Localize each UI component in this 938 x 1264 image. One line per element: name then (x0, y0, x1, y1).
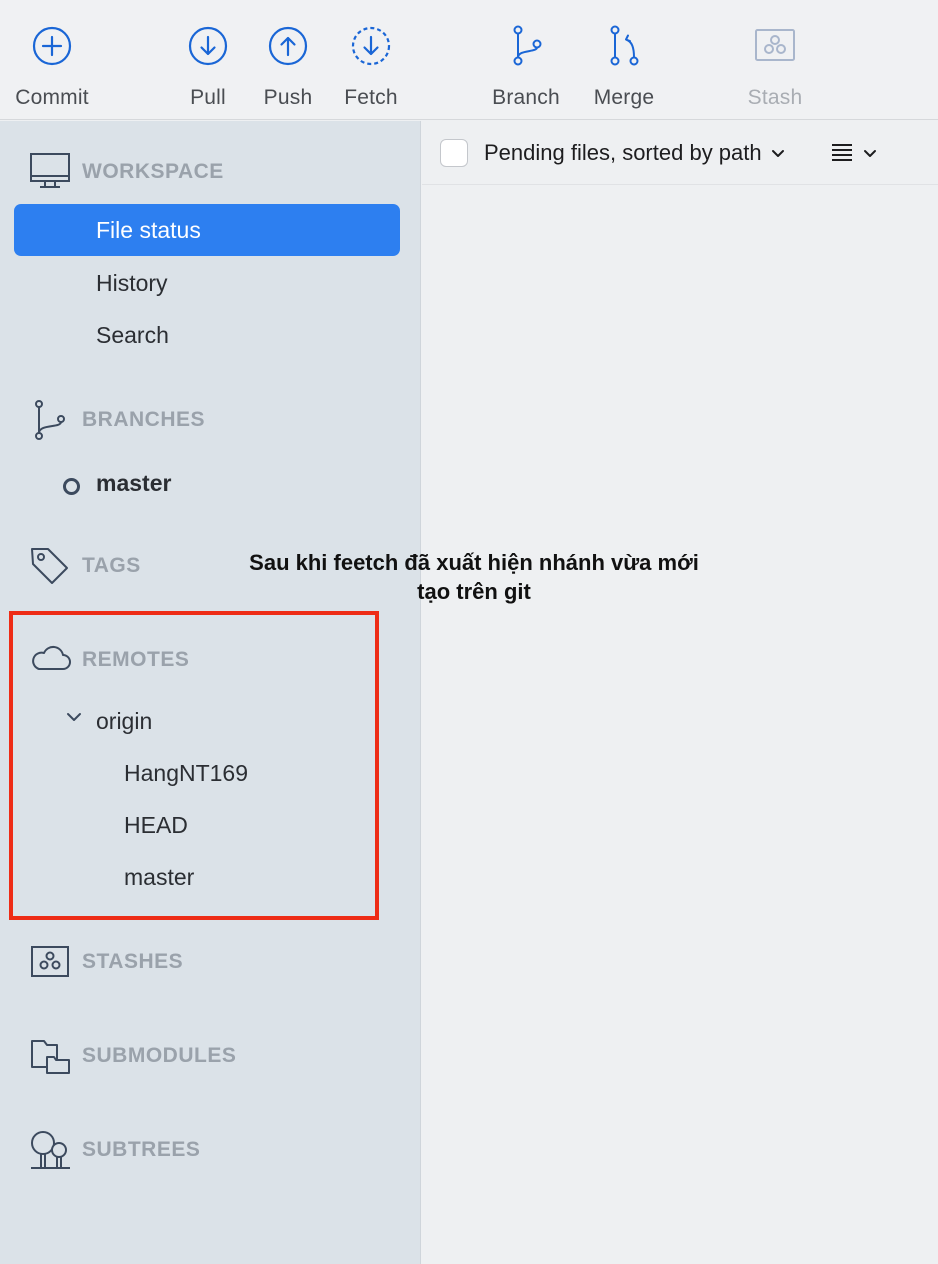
sort-dropdown-label: Pending files, sorted by path (484, 140, 762, 165)
annotation-highlight-box (9, 611, 379, 920)
chevron-down-icon (864, 150, 876, 157)
stash-icon (755, 29, 795, 61)
sidebar-item-file-status[interactable]: File status (14, 204, 400, 256)
tree-icon (28, 1128, 72, 1172)
fetch-label: Fetch (344, 86, 398, 109)
annotation-caption: Sau khi feetch đã xuất hiện nhánh vừa mớ… (200, 548, 748, 606)
sidebar-item-search[interactable]: Search (96, 322, 169, 349)
monitor-icon (28, 150, 72, 194)
sidebar-item-history[interactable]: History (96, 270, 168, 297)
section-workspace: WORKSPACE (28, 150, 224, 194)
section-title-tags: TAGS (82, 554, 141, 577)
plus-circle-icon (32, 26, 72, 66)
list-icon (832, 144, 852, 161)
push-label: Push (263, 86, 313, 109)
commit-button[interactable]: Commit (2, 24, 102, 116)
merge-button[interactable]: Merge (574, 24, 674, 116)
stash-button[interactable]: Stash (725, 24, 825, 116)
pull-label: Pull (190, 86, 226, 109)
stash-icon (28, 940, 72, 984)
select-all-checkbox[interactable] (440, 139, 468, 167)
annotation-line-1: Sau khi feetch đã xuất hiện nhánh vừa mớ… (249, 550, 699, 575)
toolbar: Commit Pull Push Fetch Branch Merge Stas… (0, 0, 938, 120)
merge-label: Merge (593, 86, 655, 109)
tag-icon (28, 544, 72, 588)
branch-icon (28, 398, 72, 442)
arrow-up-circle-icon (268, 26, 308, 66)
annotation-line-2: tạo trên git (417, 579, 531, 604)
section-title-workspace: WORKSPACE (82, 160, 224, 183)
view-mode-dropdown[interactable] (830, 141, 878, 165)
section-title-stashes: STASHES (82, 950, 184, 973)
fetch-dashed-circle-icon (351, 26, 391, 66)
fetch-button[interactable]: Fetch (321, 24, 421, 116)
section-branches: BRANCHES (28, 398, 205, 442)
section-submodules: SUBMODULES (28, 1034, 236, 1078)
section-title-submodules: SUBMODULES (82, 1044, 237, 1067)
current-branch-indicator-icon (63, 478, 80, 495)
sort-dropdown[interactable]: Pending files, sorted by path (484, 140, 786, 166)
section-subtrees: SUBTREES (28, 1128, 200, 1172)
section-title-branches: BRANCHES (82, 408, 206, 431)
stash-label: Stash (747, 86, 803, 109)
section-tags: TAGS (28, 544, 141, 588)
arrow-down-circle-icon (188, 26, 228, 66)
section-title-subtrees: SUBTREES (82, 1138, 201, 1161)
section-stashes: STASHES (28, 940, 183, 984)
sidebar-item-branch-master[interactable]: master (96, 470, 171, 497)
file-list-header: Pending files, sorted by path (422, 121, 938, 185)
branch-label: Branch (492, 86, 560, 109)
branch-icon (513, 25, 542, 66)
chevron-down-icon (771, 150, 784, 157)
commit-label: Commit (15, 86, 89, 109)
merge-icon (610, 25, 639, 66)
submodule-folder-icon (28, 1034, 72, 1078)
branch-button[interactable]: Branch (476, 24, 576, 116)
